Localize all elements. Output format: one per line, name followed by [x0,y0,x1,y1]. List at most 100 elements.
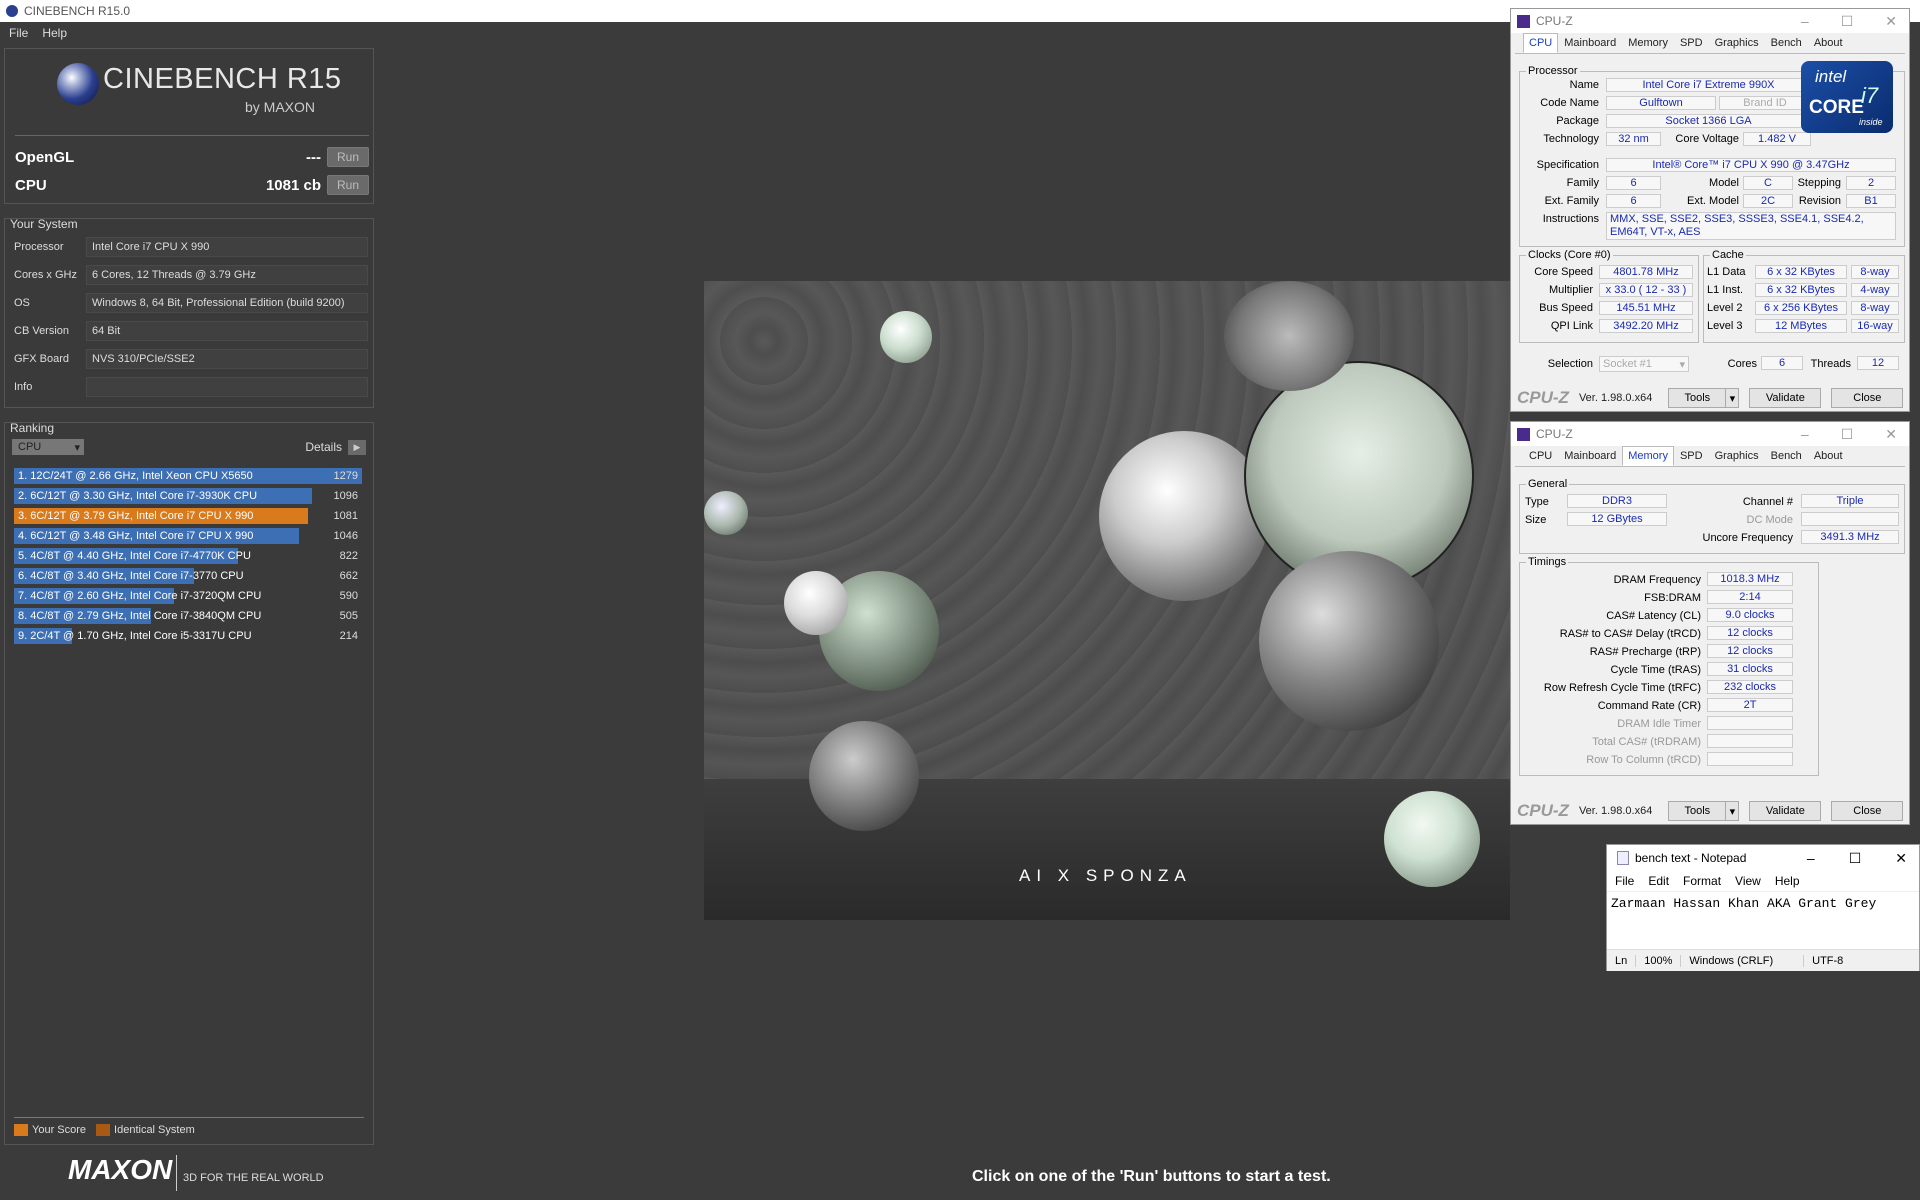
menu-view[interactable]: View [1735,874,1761,888]
tab-spd[interactable]: SPD [1674,446,1709,466]
tab-mainboard[interactable]: Mainboard [1558,33,1622,53]
tab-cpu[interactable]: CPU [1523,33,1559,53]
cpuz-titlebar: CPU-Z – ☐ ✕ [1511,422,1909,446]
your-score-swatch [14,1124,28,1136]
validate-button[interactable]: Validate [1749,388,1822,408]
tab-about[interactable]: About [1808,446,1849,466]
minimize-icon[interactable]: – [1807,850,1815,867]
field-label: L1 Inst. [1707,284,1744,296]
ranking-row[interactable]: 7. 4C/8T @ 2.60 GHz, Intel Core i7-3720Q… [14,588,362,605]
intel-core-i7-logo: intel CORE i7 inside [1801,61,1893,133]
cpuz-app-icon [1517,427,1530,441]
tab-graphics[interactable]: Graphics [1709,33,1765,53]
tab-about[interactable]: About [1808,33,1849,53]
ranking-row[interactable]: 6. 4C/8T @ 3.40 GHz, Intel Core i7-3770 … [14,568,362,585]
close-icon[interactable]: ✕ [1885,426,1897,443]
tab-bench[interactable]: Bench [1765,446,1808,466]
maxon-logo: MAXON [68,1154,173,1185]
notepad-statusbar: Ln 100% Windows (CRLF) UTF-8 [1607,949,1919,971]
ranking-legend: Your Score Identical System [14,1124,195,1136]
tab-memory[interactable]: Memory [1622,33,1674,53]
tools-button[interactable]: Tools [1668,801,1727,821]
menu-help[interactable]: Help [1775,874,1800,888]
field-label: Core Speed [1534,266,1593,278]
ranking-label: 8. 4C/8T @ 2.79 GHz, Intel Core i7-3840Q… [18,610,262,622]
window-title: CINEBENCH R15.0 [24,4,131,18]
menu-help[interactable]: Help [42,26,67,40]
tab-mainboard[interactable]: Mainboard [1558,446,1622,466]
ranking-row[interactable]: 2. 6C/12T @ 3.30 GHz, Intel Core i7-3930… [14,488,362,505]
menu-edit[interactable]: Edit [1648,874,1669,888]
info-field[interactable] [86,377,368,397]
field-label: Model [1709,177,1739,189]
validate-button[interactable]: Validate [1749,801,1822,821]
ranking-row[interactable]: 4. 6C/12T @ 3.48 GHz, Intel Core i7 CPU … [14,528,362,545]
close-icon[interactable]: ✕ [1895,850,1907,867]
maximize-icon[interactable]: ☐ [1841,426,1854,443]
tools-dropdown-icon[interactable]: ▾ [1725,388,1740,408]
cpuz-title: CPU-Z [1536,427,1573,441]
package: Socket 1366 LGA [1606,114,1811,128]
qpi-link: 3492.20 MHz [1599,319,1693,333]
l1-data-ways: 8-way [1851,265,1899,279]
minimize-icon[interactable]: – [1801,13,1809,30]
selection-dropdown[interactable]: Socket #1 ▾ [1599,356,1689,372]
cpuz-bottom-bar: CPU-Z Ver. 1.98.0.x64 Tools ▾ Validate C… [1511,385,1909,411]
field-label: Row To Column (tRCD) [1586,754,1701,766]
ranking-label: 4. 6C/12T @ 3.48 GHz, Intel Core i7 CPU … [18,530,254,542]
memory-type: DDR3 [1567,494,1667,508]
cpuz-tabs: CPU Mainboard Memory SPD Graphics Bench … [1515,33,1905,54]
divider [15,135,369,136]
notepad-menu: File Edit Format View Help [1607,871,1919,891]
field-label: Cycle Time (tRAS) [1610,664,1701,676]
ranking-row[interactable]: 5. 4C/8T @ 4.40 GHz, Intel Core i7-4770K… [14,548,362,565]
cpuz-window-cpu: CPU-Z – ☐ ✕ CPU Mainboard Memory SPD Graph… [1510,8,1910,412]
maximize-icon[interactable]: ☐ [1849,850,1862,867]
menu-format[interactable]: Format [1683,874,1721,888]
field-label: Channel # [1742,496,1793,508]
tools-button[interactable]: Tools [1668,388,1727,408]
ranking-row[interactable]: 1. 12C/24T @ 2.66 GHz, Intel Xeon CPU X5… [14,468,362,485]
field-label: DC Mode [1746,514,1793,526]
tab-spd[interactable]: SPD [1674,33,1709,53]
ranking-row[interactable]: 8. 4C/8T @ 2.79 GHz, Intel Core i7-3840Q… [14,608,362,625]
sphere [1384,791,1480,887]
tab-bench[interactable]: Bench [1765,33,1808,53]
menu-file[interactable]: File [1615,874,1634,888]
tab-cpu[interactable]: CPU [1523,446,1558,466]
revision: B1 [1846,194,1896,208]
ranking-score: 505 [339,610,358,622]
score-label: OpenGL [15,148,75,166]
notepad-text-area[interactable]: Zarmaan Hassan Khan AKA Grant Grey [1607,891,1919,927]
ranking-selector[interactable]: CPU ▾ [12,439,84,455]
model: C [1743,176,1793,190]
tab-graphics[interactable]: Graphics [1709,446,1765,466]
cpuz-titlebar: CPU-Z – ☐ ✕ [1511,9,1909,33]
ranking-row[interactable]: 9. 2C/4T @ 1.70 GHz, Intel Core i5-3317U… [14,628,362,645]
maximize-icon[interactable]: ☐ [1841,13,1854,30]
ranking-score: 662 [339,570,358,582]
close-button[interactable]: Close [1831,388,1904,408]
details-arrow-icon[interactable]: ▶ [348,439,366,455]
logo-name: CINEBENCH R15 [103,63,342,95]
tools-dropdown-icon[interactable]: ▾ [1725,801,1740,821]
tab-memory[interactable]: Memory [1622,446,1674,466]
minimize-icon[interactable]: – [1801,426,1809,443]
close-button[interactable]: Close [1831,801,1904,821]
command-rate: 2T [1707,698,1793,712]
menu-file[interactable]: File [9,26,28,40]
ranking-label: 6. 4C/8T @ 3.40 GHz, Intel Core i7-3770 … [18,570,244,582]
run-opengl-button[interactable]: Run [327,147,369,167]
cpuz-tabs: CPU Mainboard Memory SPD Graphics Bench … [1515,446,1905,467]
sphere [1099,431,1269,601]
field-label: Code Name [1540,97,1599,109]
close-icon[interactable]: ✕ [1885,13,1897,30]
field-label: Size [1525,514,1547,526]
multiplier: x 33.0 ( 12 - 33 ) [1599,283,1693,297]
field-label: Level 3 [1707,320,1743,332]
ranking-row[interactable]: 3. 6C/12T @ 3.79 GHz, Intel Core i7 CPU … [14,508,362,525]
cores: 6 [1761,356,1803,370]
field-label: QPI Link [1550,320,1593,332]
app-icon [6,5,18,17]
run-cpu-button[interactable]: Run [327,175,369,195]
